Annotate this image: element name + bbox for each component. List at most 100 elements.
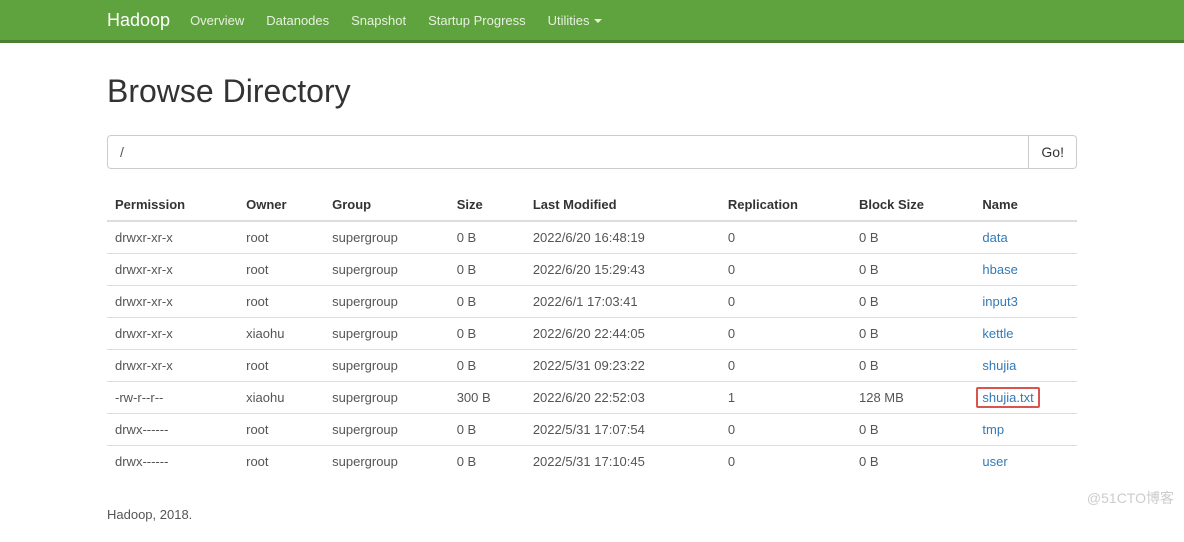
- cell-permission: -rw-r--r--: [107, 382, 238, 414]
- highlight-box: shujia.txt: [976, 387, 1039, 408]
- cell-owner: root: [238, 286, 324, 318]
- cell-last-modified: 2022/6/1 17:03:41: [525, 286, 720, 318]
- cell-size: 0 B: [449, 446, 525, 478]
- col-last-modified: Last Modified: [525, 189, 720, 221]
- cell-permission: drwxr-xr-x: [107, 286, 238, 318]
- cell-last-modified: 2022/6/20 22:52:03: [525, 382, 720, 414]
- file-link[interactable]: hbase: [982, 262, 1017, 277]
- table-row: drwx------rootsupergroup0 B2022/5/31 17:…: [107, 414, 1077, 446]
- cell-permission: drwxr-xr-x: [107, 350, 238, 382]
- cell-name: shujia.txt: [974, 382, 1077, 414]
- file-link[interactable]: tmp: [982, 422, 1004, 437]
- brand-link[interactable]: Hadoop: [107, 10, 170, 31]
- cell-group: supergroup: [324, 221, 449, 254]
- cell-replication: 0: [720, 318, 851, 350]
- cell-size: 0 B: [449, 286, 525, 318]
- col-name: Name: [974, 189, 1077, 221]
- cell-replication: 1: [720, 382, 851, 414]
- col-owner: Owner: [238, 189, 324, 221]
- cell-last-modified: 2022/6/20 15:29:43: [525, 254, 720, 286]
- cell-name: input3: [974, 286, 1077, 318]
- cell-group: supergroup: [324, 446, 449, 478]
- cell-name: user: [974, 446, 1077, 478]
- cell-name: hbase: [974, 254, 1077, 286]
- cell-owner: xiaohu: [238, 382, 324, 414]
- navbar: Hadoop Overview Datanodes Snapshot Start…: [0, 0, 1184, 43]
- cell-owner: root: [238, 446, 324, 478]
- cell-permission: drwx------: [107, 446, 238, 478]
- cell-name: kettle: [974, 318, 1077, 350]
- cell-owner: root: [238, 414, 324, 446]
- cell-block-size: 0 B: [851, 254, 974, 286]
- cell-group: supergroup: [324, 350, 449, 382]
- col-size: Size: [449, 189, 525, 221]
- nav-overview[interactable]: Overview: [190, 13, 244, 28]
- cell-last-modified: 2022/5/31 09:23:22: [525, 350, 720, 382]
- nav-utilities-label: Utilities: [548, 13, 590, 28]
- cell-group: supergroup: [324, 382, 449, 414]
- cell-last-modified: 2022/5/31 17:10:45: [525, 446, 720, 478]
- cell-owner: root: [238, 350, 324, 382]
- cell-block-size: 0 B: [851, 414, 974, 446]
- cell-size: 0 B: [449, 350, 525, 382]
- cell-replication: 0: [720, 254, 851, 286]
- footer-text: Hadoop, 2018.: [107, 507, 1077, 522]
- file-link[interactable]: user: [982, 454, 1007, 469]
- col-replication: Replication: [720, 189, 851, 221]
- cell-owner: root: [238, 221, 324, 254]
- path-row: Go!: [107, 135, 1077, 169]
- table-header-row: Permission Owner Group Size Last Modifie…: [107, 189, 1077, 221]
- table-row: drwx------rootsupergroup0 B2022/5/31 17:…: [107, 446, 1077, 478]
- nav-startup-progress[interactable]: Startup Progress: [428, 13, 526, 28]
- directory-table: Permission Owner Group Size Last Modifie…: [107, 189, 1077, 477]
- nav-snapshot[interactable]: Snapshot: [351, 13, 406, 28]
- cell-owner: root: [238, 254, 324, 286]
- cell-block-size: 0 B: [851, 350, 974, 382]
- cell-block-size: 0 B: [851, 446, 974, 478]
- cell-block-size: 0 B: [851, 286, 974, 318]
- cell-block-size: 0 B: [851, 221, 974, 254]
- cell-replication: 0: [720, 286, 851, 318]
- nav-utilities[interactable]: Utilities: [548, 13, 602, 28]
- cell-group: supergroup: [324, 286, 449, 318]
- cell-name: shujia: [974, 350, 1077, 382]
- file-link[interactable]: input3: [982, 294, 1017, 309]
- cell-permission: drwxr-xr-x: [107, 318, 238, 350]
- path-input[interactable]: [107, 135, 1029, 169]
- nav-datanodes[interactable]: Datanodes: [266, 13, 329, 28]
- cell-last-modified: 2022/6/20 16:48:19: [525, 221, 720, 254]
- file-link[interactable]: kettle: [982, 326, 1013, 341]
- chevron-down-icon: [594, 19, 602, 23]
- table-row: drwxr-xr-xrootsupergroup0 B2022/6/20 15:…: [107, 254, 1077, 286]
- go-button[interactable]: Go!: [1029, 135, 1077, 169]
- cell-replication: 0: [720, 221, 851, 254]
- cell-permission: drwxr-xr-x: [107, 254, 238, 286]
- col-group: Group: [324, 189, 449, 221]
- cell-size: 0 B: [449, 318, 525, 350]
- cell-name: tmp: [974, 414, 1077, 446]
- cell-owner: xiaohu: [238, 318, 324, 350]
- file-link[interactable]: data: [982, 230, 1007, 245]
- cell-last-modified: 2022/6/20 22:44:05: [525, 318, 720, 350]
- table-row: drwxr-xr-xrootsupergroup0 B2022/5/31 09:…: [107, 350, 1077, 382]
- cell-size: 0 B: [449, 414, 525, 446]
- cell-group: supergroup: [324, 254, 449, 286]
- table-row: drwxr-xr-xxiaohusupergroup0 B2022/6/20 2…: [107, 318, 1077, 350]
- file-link[interactable]: shujia: [982, 358, 1016, 373]
- page-title: Browse Directory: [107, 73, 1077, 110]
- table-row: drwxr-xr-xrootsupergroup0 B2022/6/1 17:0…: [107, 286, 1077, 318]
- cell-block-size: 128 MB: [851, 382, 974, 414]
- cell-replication: 0: [720, 414, 851, 446]
- file-link[interactable]: shujia.txt: [982, 390, 1033, 405]
- cell-group: supergroup: [324, 414, 449, 446]
- cell-size: 300 B: [449, 382, 525, 414]
- table-row: drwxr-xr-xrootsupergroup 0 B 2022/6/20 16:…: [107, 221, 1077, 254]
- cell-permission: drwxr-xr-x: [107, 221, 238, 254]
- cell-replication: 0: [720, 350, 851, 382]
- cell-size: 0 B: [449, 254, 525, 286]
- col-permission: Permission: [107, 189, 238, 221]
- cell-name: data: [974, 221, 1077, 254]
- col-block-size: Block Size: [851, 189, 974, 221]
- cell-permission: drwx------: [107, 414, 238, 446]
- cell-replication: 0: [720, 446, 851, 478]
